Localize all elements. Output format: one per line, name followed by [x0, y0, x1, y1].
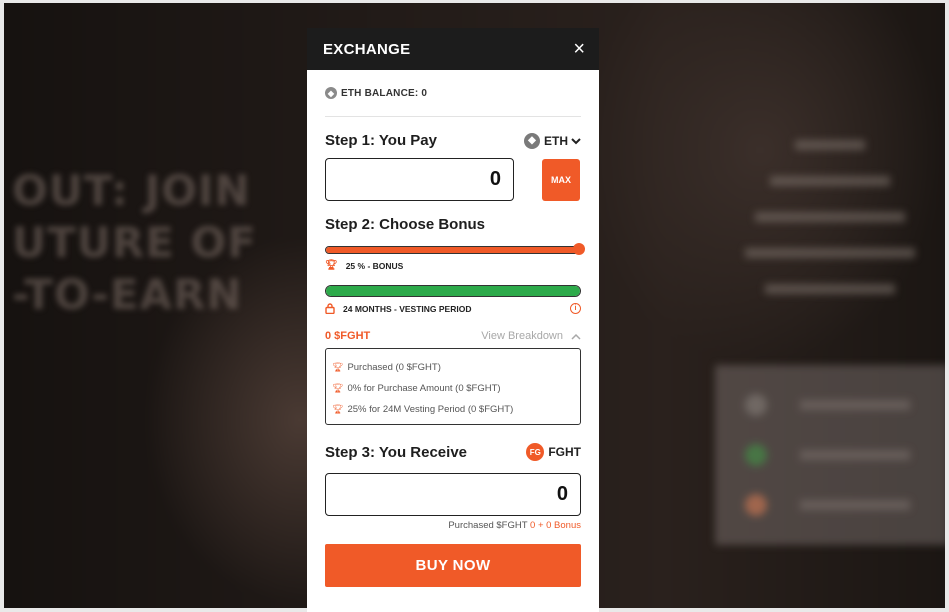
chevron-up-icon [571, 333, 581, 340]
close-icon[interactable]: × [573, 39, 585, 59]
pay-token-select[interactable]: ◆ ETH [524, 132, 581, 149]
trophy-icon: 🏆︎ [332, 404, 344, 414]
breakdown-item: 🏆︎ 0% for Purchase Amount (0 $FGHT) [332, 378, 574, 399]
trophy-icon: 🏆︎ [325, 260, 338, 271]
chevron-down-icon [571, 137, 581, 144]
view-breakdown-label: View Breakdown [481, 330, 563, 342]
lock-icon [325, 303, 335, 314]
background-headline: OUT: JOIN UTURE OF -TO-EARN [12, 166, 257, 319]
eth-balance: ◆ ETH BALANCE: 0 [325, 70, 581, 117]
view-breakdown-toggle[interactable]: View Breakdown [481, 330, 581, 342]
ethereum-icon: ◆ [524, 132, 540, 149]
bonus-slider-handle[interactable] [573, 243, 585, 255]
breakdown-item: 🏆︎ Purchased (0 $FGHT) [332, 357, 574, 378]
step1-title: Step 1: You Pay [325, 132, 437, 149]
buy-now-button[interactable]: BUY NOW [325, 544, 581, 587]
bonus-label: 25 % - BONUS [345, 260, 404, 271]
modal-header: EXCHANGE × [307, 28, 599, 70]
purchased-note-bonus: 0 + 0 Bonus [530, 520, 581, 531]
fght-token-icon: FG [526, 443, 545, 461]
purchased-note: Purchased $FGHT 0 + 0 Bonus [325, 520, 581, 531]
breakdown-item-text: 25% for 24M Vesting Period (0 $FGHT) [347, 404, 514, 415]
step3-header: Step 3: You Receive FG FGHT [325, 443, 581, 461]
eth-balance-label: ETH BALANCE: 0 [341, 87, 428, 99]
receive-amount-field[interactable]: 0 [325, 473, 581, 516]
vesting-slider-fill [326, 286, 580, 296]
bonus-slider[interactable] [325, 243, 585, 255]
ethereum-icon: ◆ [325, 87, 337, 99]
vesting-label: 24 MONTHS - VESTING PERIOD [343, 303, 472, 314]
purchased-note-prefix: Purchased $FGHT [448, 520, 528, 531]
step3-title: Step 3: You Receive [325, 443, 468, 461]
background-info-block [740, 140, 920, 330]
bonus-label-row: 🏆︎ 25 % - BONUS [325, 260, 581, 271]
step1-header: Step 1: You Pay ◆ ETH [325, 132, 581, 149]
breakdown-item-text: 0% for Purchase Amount (0 $FGHT) [347, 383, 501, 394]
pay-row: 0 MAX [325, 158, 581, 201]
step2-title: Step 2: Choose Bonus [325, 216, 486, 233]
exchange-modal: EXCHANGE × ◆ ETH BALANCE: 0 Step 1: You … [307, 28, 599, 612]
max-button[interactable]: MAX [542, 158, 580, 201]
info-icon[interactable]: i [570, 303, 581, 314]
breakdown-item: 🏆︎ 25% for 24M Vesting Period (0 $FGHT) [332, 399, 574, 420]
bonus-slider-fill [326, 247, 580, 253]
trophy-icon: 🏆︎ [332, 362, 344, 372]
pay-token-label: ETH [544, 133, 568, 148]
receive-token: FG FGHT [526, 443, 581, 461]
vesting-label-row: 24 MONTHS - VESTING PERIOD i [325, 303, 581, 314]
receive-token-label: FGHT [548, 445, 581, 459]
modal-title: EXCHANGE [323, 40, 411, 58]
trophy-icon: 🏆︎ [332, 383, 344, 393]
vesting-slider[interactable] [325, 285, 581, 297]
breakdown-header: 0 $FGHT View Breakdown [325, 330, 581, 342]
fght-total: 0 $FGHT [325, 330, 371, 342]
breakdown-panel: 🏆︎ Purchased (0 $FGHT) 🏆︎ 0% for Purchas… [325, 348, 581, 425]
breakdown-item-text: Purchased (0 $FGHT) [347, 362, 441, 373]
pay-amount-input[interactable]: 0 [325, 158, 514, 201]
background-panel [715, 365, 949, 545]
